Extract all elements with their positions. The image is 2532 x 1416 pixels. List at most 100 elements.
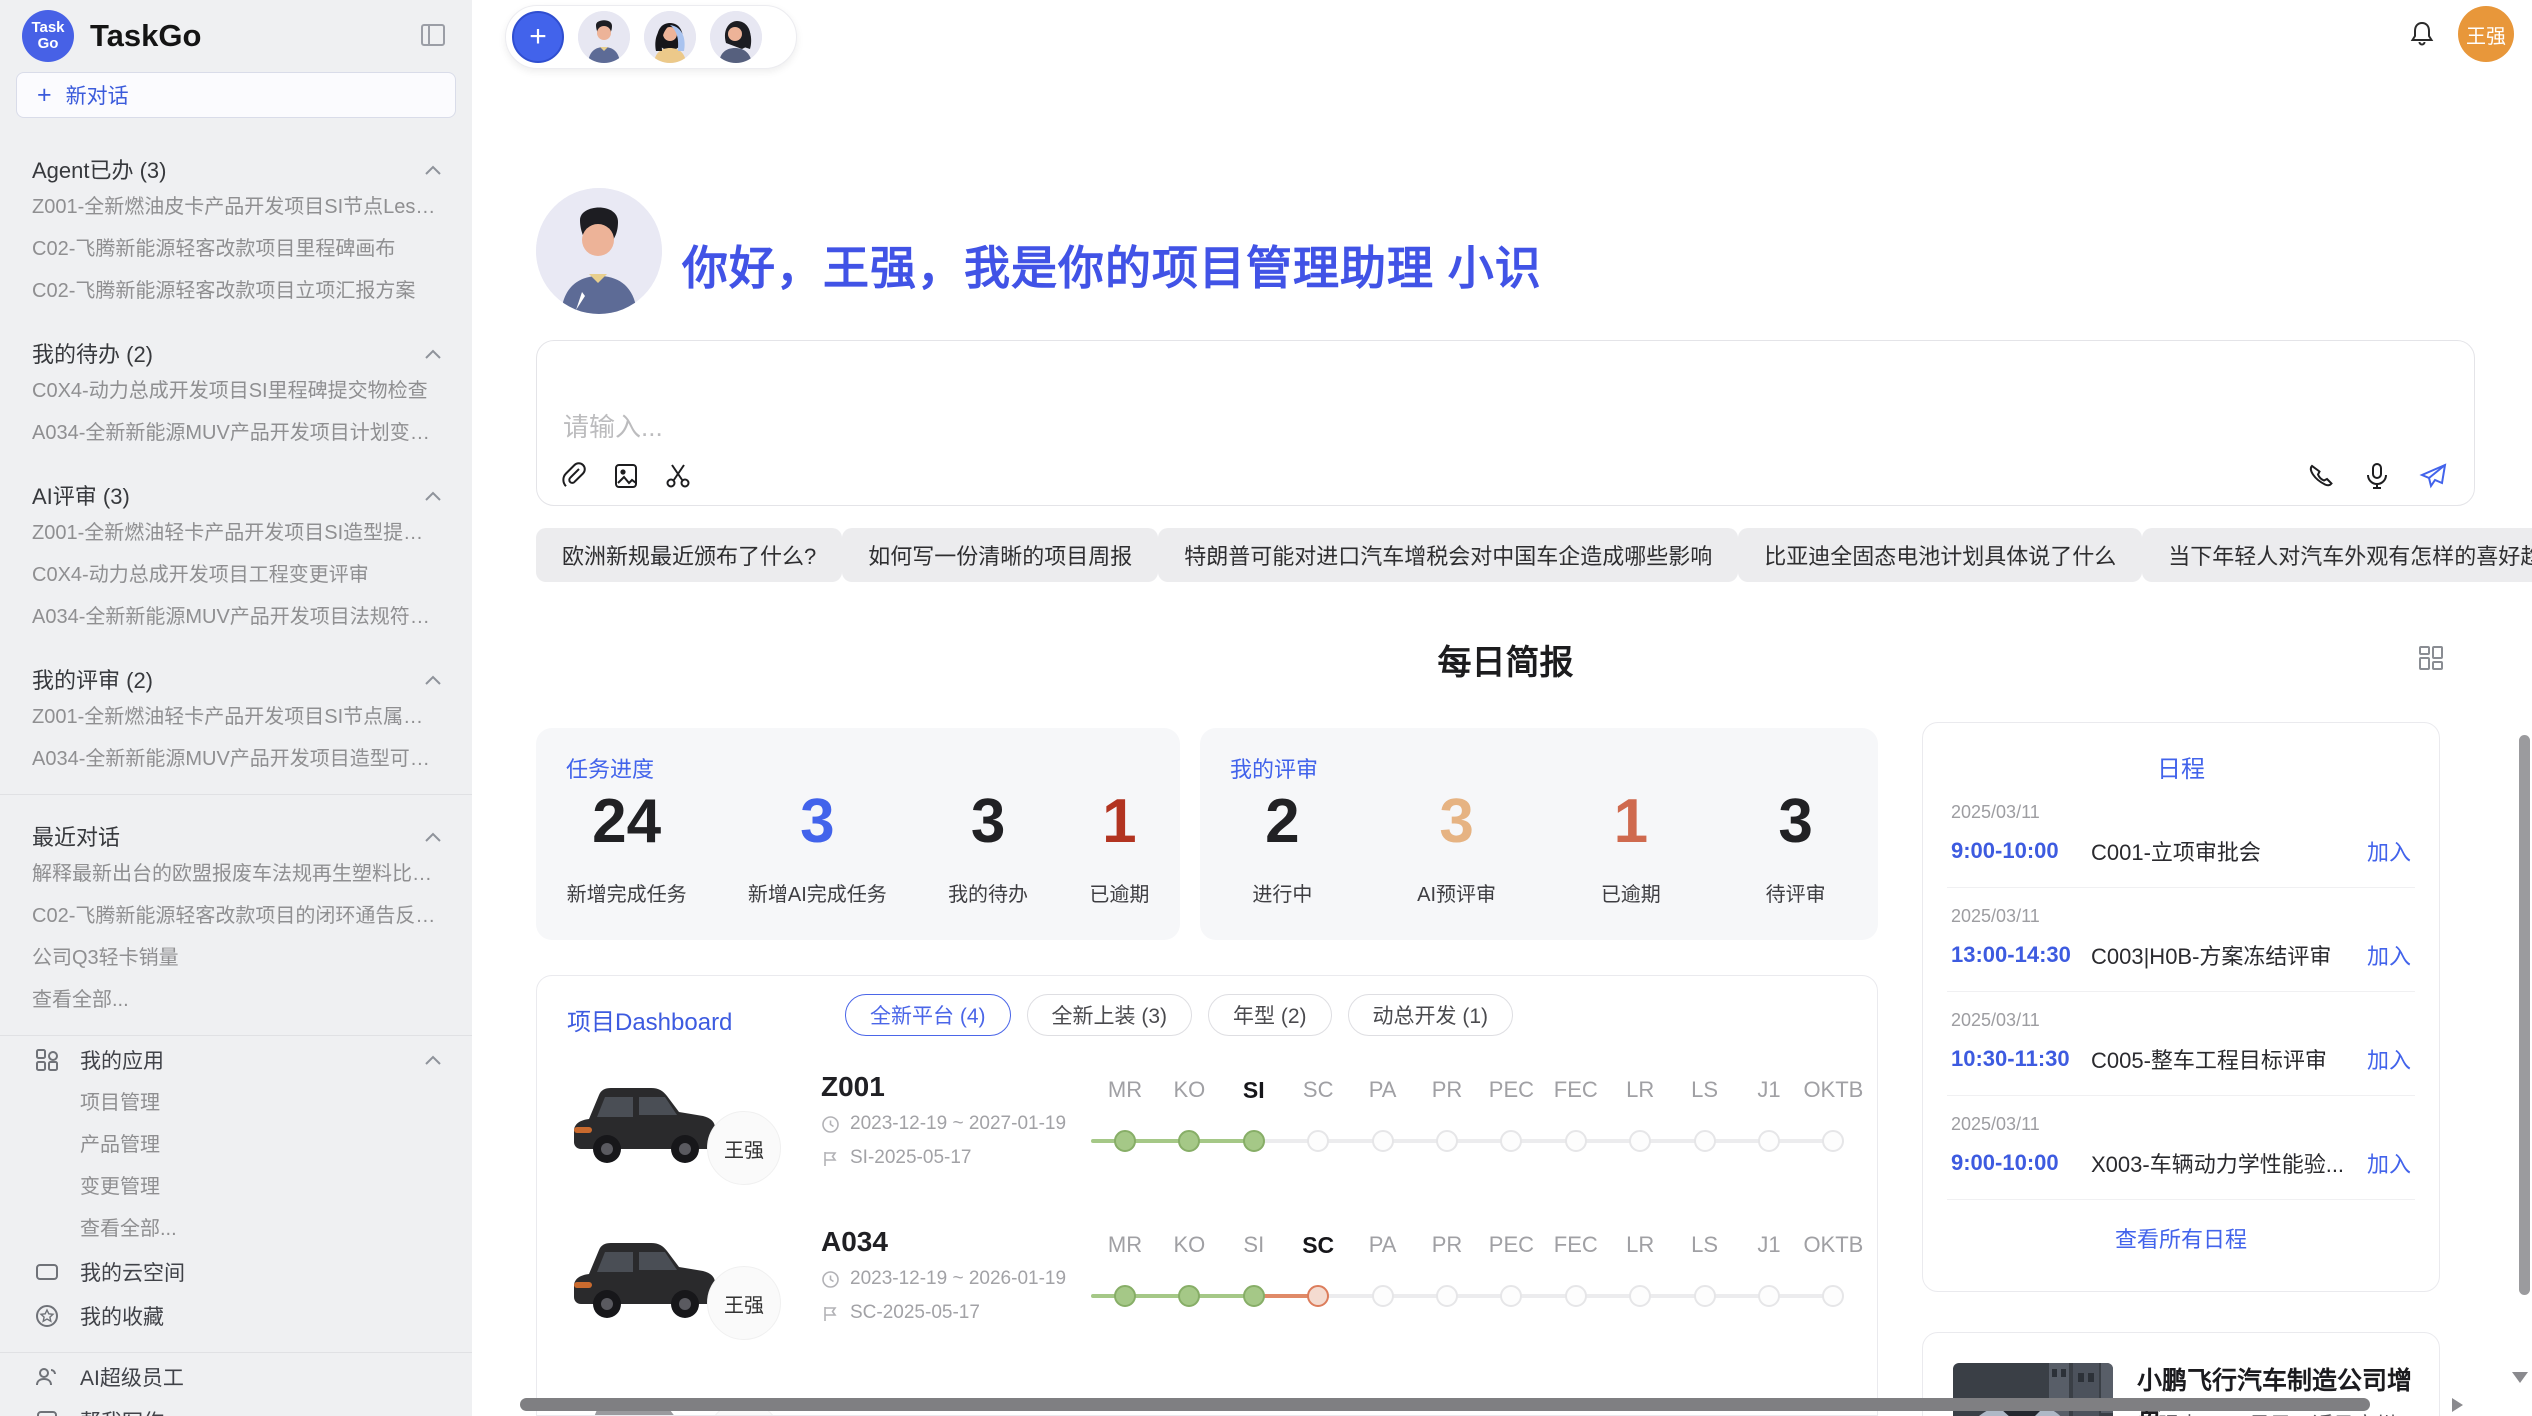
project-row[interactable]: 王强 Z001 2023-12-19 ~ 2027-01-19 SI-2025-… bbox=[567, 1061, 1849, 1211]
milestone-node[interactable] bbox=[1114, 1130, 1136, 1152]
microphone-icon[interactable] bbox=[2362, 461, 2392, 491]
chevron-up-icon[interactable] bbox=[424, 482, 442, 508]
sidebar-item-change-mgmt[interactable]: 变更管理 bbox=[0, 1166, 472, 1208]
new-chat-button[interactable]: + 新对话 bbox=[16, 72, 456, 118]
section-my-todo[interactable]: 我的待办 (2) bbox=[0, 336, 472, 370]
view-all-chats[interactable]: 查看全部... bbox=[0, 979, 472, 1021]
sidebar-collapse-icon[interactable] bbox=[420, 22, 446, 53]
stat-pending-review: 3待评审 bbox=[1766, 790, 1826, 907]
tab-powertrain[interactable]: 动总开发 (1) bbox=[1348, 994, 1514, 1036]
milestone-node[interactable] bbox=[1822, 1130, 1844, 1152]
milestone-timeline: MRKOSISCPAPRPECFECLRLSJ1OKTB bbox=[1091, 1061, 1878, 1181]
section-my-review[interactable]: 我的评审 (2) bbox=[0, 662, 472, 696]
milestone-node[interactable] bbox=[1436, 1130, 1458, 1152]
milestone-node[interactable] bbox=[1372, 1130, 1394, 1152]
user-avatar[interactable]: 王强 bbox=[2458, 6, 2514, 62]
attachment-icon[interactable] bbox=[559, 461, 589, 491]
list-item[interactable]: C02-飞腾新能源轻客改款项目的闭环通告反馈情况 bbox=[0, 895, 472, 937]
chevron-up-icon[interactable] bbox=[424, 666, 442, 692]
sidebar-item-cloud-space[interactable]: 我的云空间 bbox=[0, 1250, 472, 1294]
image-upload-icon[interactable] bbox=[611, 461, 641, 491]
suggestion-chip[interactable]: 比亚迪全固态电池计划具体说了什么 bbox=[1738, 528, 2142, 582]
milestone-node[interactable] bbox=[1629, 1285, 1651, 1307]
milestone-node[interactable] bbox=[1178, 1130, 1200, 1152]
section-recent-chats[interactable]: 最近对话 bbox=[0, 819, 472, 853]
chat-input-placeholder[interactable]: 请输入... bbox=[563, 407, 663, 444]
sidebar-item-ai-staff[interactable]: AI超级员工 bbox=[0, 1355, 472, 1399]
milestone-node[interactable] bbox=[1372, 1285, 1394, 1307]
chat-input-card[interactable]: 请输入... bbox=[536, 340, 2475, 506]
milestone-node[interactable] bbox=[1436, 1285, 1458, 1307]
sidebar-item-my-apps[interactable]: 我的应用 bbox=[0, 1038, 472, 1082]
sidebar-item-product-mgmt[interactable]: 产品管理 bbox=[0, 1124, 472, 1166]
chevron-up-icon[interactable] bbox=[424, 156, 442, 182]
list-item[interactable]: Z001-全新燃油轻卡产品开发项目SI造型提交物评审 bbox=[0, 512, 472, 554]
milestone-node[interactable] bbox=[1500, 1285, 1522, 1307]
list-item[interactable]: C02-飞腾新能源轻客改款项目里程碑画布 bbox=[0, 228, 472, 270]
join-link[interactable]: 加入 bbox=[2367, 939, 2411, 971]
layout-grid-icon[interactable] bbox=[2416, 643, 2446, 673]
list-item[interactable]: Z001-全新燃油轻卡产品开发项目SI节点属性5D文件评审 bbox=[0, 696, 472, 738]
sidebar-item-favorites[interactable]: 我的收藏 bbox=[0, 1294, 472, 1338]
assistant-avatar-1[interactable] bbox=[578, 11, 630, 63]
view-all-apps[interactable]: 查看全部... bbox=[0, 1208, 472, 1250]
suggestion-chip[interactable]: 如何写一份清晰的项目周报 bbox=[842, 528, 1158, 582]
horizontal-scrollbar[interactable] bbox=[520, 1398, 2370, 1411]
view-all-schedule-link[interactable]: 查看所有日程 bbox=[1923, 1222, 2439, 1254]
suggestion-chip[interactable]: 欧洲新规最近颁布了什么? bbox=[536, 528, 842, 582]
milestone-node[interactable] bbox=[1758, 1130, 1780, 1152]
milestone-node[interactable] bbox=[1565, 1285, 1587, 1307]
milestone-node[interactable] bbox=[1694, 1130, 1716, 1152]
chevron-up-icon[interactable] bbox=[424, 340, 442, 366]
join-link[interactable]: 加入 bbox=[2367, 835, 2411, 867]
section-ai-review[interactable]: AI评审 (3) bbox=[0, 478, 472, 512]
list-item[interactable]: Z001-全新燃油皮卡产品开发项目SI节点Lesson Learn报告 bbox=[0, 186, 472, 228]
phone-icon[interactable] bbox=[2306, 461, 2336, 491]
milestone-node[interactable] bbox=[1822, 1285, 1844, 1307]
milestone-node[interactable] bbox=[1243, 1130, 1265, 1152]
schedule-time: 9:00-10:00 bbox=[1951, 838, 2091, 864]
milestone-node[interactable] bbox=[1114, 1285, 1136, 1307]
milestone-node[interactable] bbox=[1565, 1130, 1587, 1152]
milestone-node[interactable] bbox=[1629, 1130, 1651, 1152]
sidebar-item-help-write[interactable]: 帮我写作 bbox=[0, 1399, 472, 1416]
tab-model-year[interactable]: 年型 (2) bbox=[1208, 994, 1332, 1036]
list-item[interactable]: A034-全新新能源MUV产品开发项目法规符合性评审 bbox=[0, 596, 472, 638]
assistant-avatar-3[interactable] bbox=[710, 11, 762, 63]
milestone-node[interactable] bbox=[1758, 1285, 1780, 1307]
scissors-icon[interactable] bbox=[663, 461, 693, 491]
join-link[interactable]: 加入 bbox=[2367, 1147, 2411, 1179]
chevron-up-icon[interactable] bbox=[424, 1048, 442, 1072]
list-item[interactable]: 解释最新出台的欧盟报废车法规再生塑料比例被调至15%... bbox=[0, 853, 472, 895]
list-item[interactable]: C02-飞腾新能源轻客改款项目立项汇报方案 bbox=[0, 270, 472, 312]
suggestion-chip[interactable]: 特朗普可能对进口汽车增税会对中国车企造成哪些影响 bbox=[1158, 528, 1738, 582]
section-agent-done[interactable]: Agent已办 (3) bbox=[0, 152, 472, 186]
milestone-node[interactable] bbox=[1307, 1285, 1329, 1307]
add-assistant-button[interactable]: + bbox=[512, 11, 564, 63]
list-item[interactable]: A034-全新新能源MUV产品开发项目计划变更表编写 bbox=[0, 412, 472, 454]
list-item[interactable]: C0X4-动力总成开发项目SI里程碑提交物检查 bbox=[0, 370, 472, 412]
vertical-scrollbar[interactable] bbox=[2519, 735, 2530, 1295]
scroll-down-arrow[interactable] bbox=[2512, 1372, 2528, 1383]
list-item[interactable]: A034-全新新能源MUV产品开发项目造型可行性评审 bbox=[0, 738, 472, 780]
chevron-up-icon[interactable] bbox=[424, 823, 442, 849]
join-link[interactable]: 加入 bbox=[2367, 1043, 2411, 1075]
task-progress-card: 任务进度 24新增完成任务 3新增AI完成任务 3我的待办 1已逾期 bbox=[536, 728, 1180, 940]
milestone-node[interactable] bbox=[1178, 1285, 1200, 1307]
assistant-avatar-2[interactable] bbox=[644, 11, 696, 63]
tab-new-body[interactable]: 全新上装 (3) bbox=[1027, 994, 1193, 1036]
milestone-node[interactable] bbox=[1307, 1130, 1329, 1152]
stat-value: 3 bbox=[748, 790, 887, 854]
list-item[interactable]: C0X4-动力总成开发项目工程变更评审 bbox=[0, 554, 472, 596]
scroll-right-arrow[interactable] bbox=[2452, 1398, 2463, 1412]
suggestion-chip[interactable]: 当下年轻人对汽车外观有怎样的喜好趋势 bbox=[2142, 528, 2532, 582]
list-item[interactable]: 公司Q3轻卡销量 bbox=[0, 937, 472, 979]
milestone-node[interactable] bbox=[1500, 1130, 1522, 1152]
project-row[interactable]: 王强 A034 2023-12-19 ~ 2026-01-19 SC-2025-… bbox=[567, 1216, 1849, 1366]
milestone-node[interactable] bbox=[1243, 1285, 1265, 1307]
milestone-node[interactable] bbox=[1694, 1285, 1716, 1307]
notification-bell-icon[interactable] bbox=[2408, 20, 2436, 48]
tab-new-platform[interactable]: 全新平台 (4) bbox=[845, 994, 1011, 1036]
send-icon[interactable] bbox=[2418, 461, 2448, 491]
sidebar-item-project-mgmt[interactable]: 项目管理 bbox=[0, 1082, 472, 1124]
